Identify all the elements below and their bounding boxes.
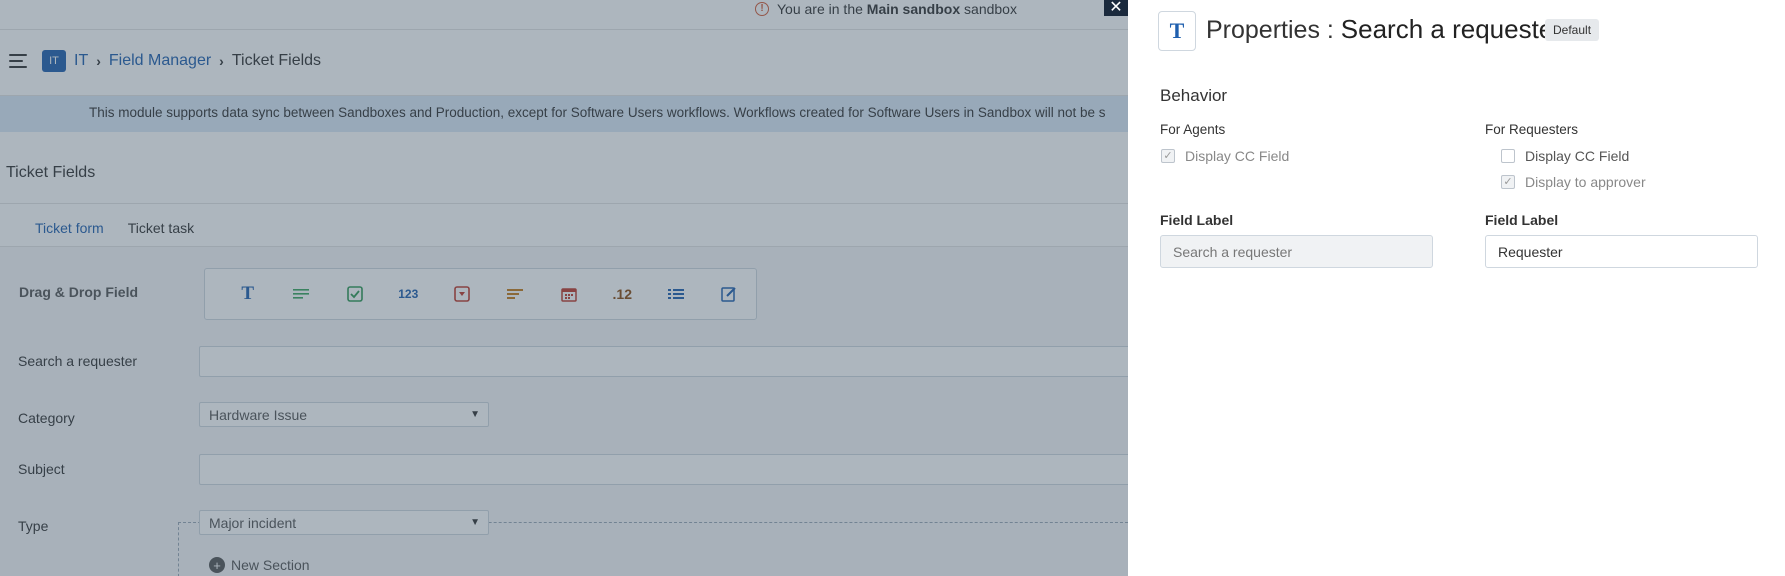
behavior-heading: Behavior: [1160, 86, 1228, 105]
panel-title: Properties : Search a requester: [1206, 14, 1562, 45]
text-field-icon: T: [1158, 11, 1196, 51]
requester-display-approver-checkbox[interactable]: ✓ Display to approver: [1501, 174, 1646, 190]
requesters-heading: For Requesters: [1485, 122, 1579, 137]
checkbox-label: Display CC Field: [1185, 148, 1290, 164]
checkbox-unchecked-icon: [1501, 149, 1515, 163]
checkbox-checked-icon: ✓: [1501, 175, 1515, 189]
checkbox-label: Display to approver: [1525, 174, 1646, 190]
agents-heading: For Agents: [1160, 122, 1226, 137]
close-icon[interactable]: ✕: [1104, 0, 1128, 16]
panel-title-prefix: Properties :: [1206, 16, 1334, 44]
agent-field-label-input[interactable]: Search a requester: [1160, 235, 1433, 268]
default-badge: Default: [1545, 19, 1600, 41]
modal-overlay[interactable]: [0, 0, 1128, 576]
requester-field-label-heading: Field Label: [1485, 212, 1559, 228]
properties-panel: T Properties : Search a requester Defaul…: [1128, 0, 1785, 576]
checkbox-label: Display CC Field: [1525, 148, 1630, 164]
panel-field-name: Search a requester: [1340, 14, 1562, 44]
requester-display-cc-checkbox[interactable]: Display CC Field: [1501, 148, 1629, 164]
requester-field-label-input[interactable]: Requester: [1485, 235, 1758, 268]
agent-field-label-heading: Field Label: [1160, 212, 1234, 228]
checkbox-checked-icon: ✓: [1161, 149, 1175, 163]
agent-display-cc-checkbox[interactable]: ✓ Display CC Field: [1161, 148, 1289, 164]
